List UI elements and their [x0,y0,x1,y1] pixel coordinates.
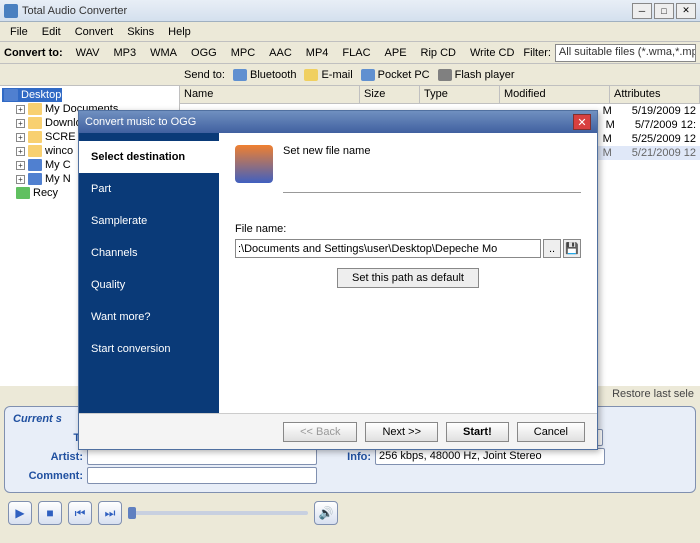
convert-dialog: Convert music to OGG ✕ Select destinatio… [78,110,598,450]
format-mp4[interactable]: MP4 [301,45,334,61]
format-ripcd[interactable]: Rip CD [416,45,461,61]
recycle-icon [16,187,30,199]
expander-icon[interactable]: + [16,105,25,114]
format-wma[interactable]: WMA [145,45,182,61]
format-mp3[interactable]: MP3 [109,45,142,61]
format-mpc[interactable]: MPC [226,45,260,61]
folder-icon [28,131,42,143]
folder-icon [28,103,42,115]
step-want-more[interactable]: Want more? [79,301,219,333]
bluetooth-icon [233,69,247,81]
pocketpc-icon [361,69,375,81]
comment-input[interactable] [87,467,317,484]
set-default-path-button[interactable]: Set this path as default [337,268,479,288]
sendto-label: Send to: [184,69,225,81]
format-ogg[interactable]: OGG [186,45,222,61]
player-bar: ▶ ■ ⏮ ⏭ 🔊 [0,497,700,529]
info-value: 256 kbps, 48000 Hz, Joint Stereo [375,448,605,465]
save-icon-button[interactable]: 💾 [563,239,581,258]
filter-label: Filter: [523,47,551,59]
expander-icon[interactable]: + [16,133,25,142]
dialog-footer: << Back Next >> Start! Cancel [79,413,597,449]
comment-label: Comment: [13,470,83,482]
convert-to-label: Convert to: [4,47,63,59]
app-icon [4,4,18,18]
window-title: Total Audio Converter [22,5,632,17]
menubar: File Edit Convert Skins Help [0,22,700,42]
volume-button[interactable]: 🔊 [314,501,338,525]
menu-help[interactable]: Help [162,24,197,40]
menu-edit[interactable]: Edit [36,24,67,40]
step-part[interactable]: Part [79,173,219,205]
dialog-content: Set new file name File name: .. 💾 Set th… [219,133,597,413]
maximize-button[interactable]: □ [654,3,674,19]
filter-dropdown[interactable]: All suitable files (*.wma,*.mp3,*.wav,*.… [555,44,696,62]
step-samplerate[interactable]: Samplerate [79,205,219,237]
dialog-title: Convert music to OGG [85,116,573,128]
filename-label: File name: [235,223,581,235]
next-button[interactable]: ⏭ [98,501,122,525]
dialog-close-button[interactable]: ✕ [573,114,591,130]
tree-root[interactable]: Desktop [2,88,62,102]
desktop-icon [4,89,18,101]
col-name[interactable]: Name [180,86,360,103]
sendto-bluetooth[interactable]: Bluetooth [233,69,296,81]
play-button[interactable]: ▶ [8,501,32,525]
artist-label: Artist: [13,451,83,463]
step-quality[interactable]: Quality [79,269,219,301]
computer-icon [28,159,42,171]
next-button[interactable]: Next >> [365,422,438,442]
filename-underline [283,177,581,193]
network-icon [28,173,42,185]
close-button[interactable]: ✕ [676,3,696,19]
expander-icon[interactable]: + [16,175,25,184]
step-channels[interactable]: Channels [79,237,219,269]
flash-icon [438,69,452,81]
sendto-flashplayer[interactable]: Flash player [438,69,515,81]
expander-icon[interactable]: + [16,161,25,170]
artist-input[interactable] [87,448,317,465]
file-list-header: Name Size Type Modified Attributes [180,86,700,104]
prev-button[interactable]: ⏮ [68,501,92,525]
sendto-pocketpc[interactable]: Pocket PC [361,69,430,81]
music-folder-icon [235,145,273,183]
filename-input[interactable] [235,239,541,258]
stop-button[interactable]: ■ [38,501,62,525]
titlebar: Total Audio Converter ─ □ ✕ [0,0,700,22]
step-start-conversion[interactable]: Start conversion [79,333,219,365]
back-button: << Back [283,422,357,442]
format-writecd[interactable]: Write CD [465,45,519,61]
col-type[interactable]: Type [420,86,500,103]
dialog-titlebar[interactable]: Convert music to OGG ✕ [79,111,597,133]
expander-icon[interactable]: + [16,147,25,156]
email-icon [304,69,318,81]
menu-skins[interactable]: Skins [121,24,160,40]
convert-toolbar: Convert to: WAV MP3 WMA OGG MPC AAC MP4 … [0,42,700,64]
cancel-button[interactable]: Cancel [517,422,585,442]
folder-icon [28,117,42,129]
start-button[interactable]: Start! [446,422,509,442]
menu-file[interactable]: File [4,24,34,40]
format-ape[interactable]: APE [380,45,412,61]
sendto-email[interactable]: E-mail [304,69,352,81]
folder-icon [28,145,42,157]
dialog-steps: Select destination Part Samplerate Chann… [79,133,219,413]
slider-thumb[interactable] [128,507,136,519]
dialog-heading: Set new file name [235,145,581,157]
format-aac[interactable]: AAC [264,45,297,61]
col-attributes[interactable]: Attributes [610,86,700,103]
sendto-toolbar: Send to: Bluetooth E-mail Pocket PC Flas… [0,64,700,86]
menu-convert[interactable]: Convert [69,24,120,40]
info-label: Info: [321,451,371,463]
title-label: Ti [13,432,83,444]
expander-icon[interactable]: + [16,119,25,128]
col-modified[interactable]: Modified [500,86,610,103]
minimize-button[interactable]: ─ [632,3,652,19]
step-select-destination[interactable]: Select destination [79,141,219,173]
browse-button[interactable]: .. [543,239,561,258]
col-size[interactable]: Size [360,86,420,103]
format-wav[interactable]: WAV [71,45,105,61]
format-flac[interactable]: FLAC [337,45,375,61]
seek-slider[interactable] [128,511,308,515]
